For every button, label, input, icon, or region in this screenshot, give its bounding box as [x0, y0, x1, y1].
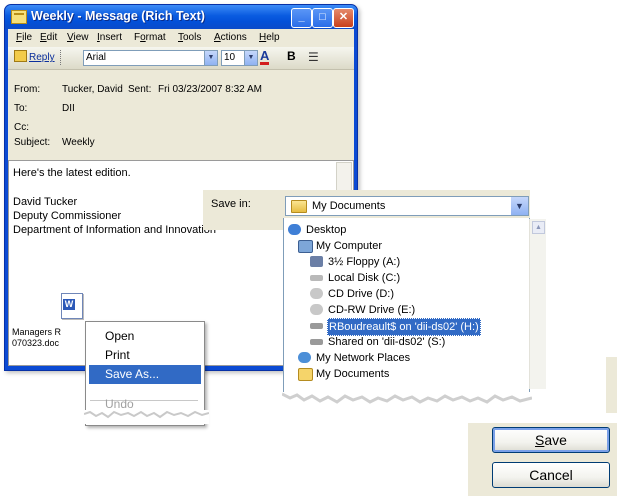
menu-print[interactable]: Print	[89, 346, 201, 365]
menu-bar: File Edit View Insert Format Tools Actio…	[8, 29, 354, 47]
font-name-dropdown[interactable]: ▼	[204, 50, 218, 66]
toolbar-separator	[60, 50, 63, 65]
menu-format[interactable]: Format	[134, 32, 166, 43]
minimize-button[interactable]: _	[291, 8, 312, 28]
window-title: Weekly - Message (Rich Text)	[31, 9, 205, 23]
formatting-toolbar: Reply Arial ▼ 10 ▼ A B ☰	[8, 47, 354, 70]
chevron-down-icon[interactable]: ▼	[511, 197, 528, 215]
attachment-name[interactable]: Managers R	[12, 327, 61, 337]
reply-button[interactable]: Reply	[14, 50, 55, 63]
save-in-tree: Desktop My Computer 3½ Floppy (A:) Local…	[283, 218, 530, 396]
font-name-field[interactable]: Arial	[83, 50, 207, 66]
dialog-buttons-panel: Save Cancel	[468, 413, 617, 496]
sent-label: Sent:	[128, 84, 152, 95]
cd-icon	[310, 288, 323, 299]
network-drive-icon	[310, 323, 323, 329]
signature-name: David Tucker	[13, 196, 78, 208]
torn-edge	[282, 392, 532, 412]
message-header: From: Tucker, David Sent: Fri 03/23/2007…	[8, 70, 354, 161]
bold-button[interactable]: B	[287, 49, 296, 63]
font-size-dropdown[interactable]: ▼	[244, 50, 258, 66]
open-folder-icon	[291, 200, 307, 213]
save-in-label: Save in:	[211, 198, 251, 210]
cancel-button[interactable]: Cancel	[492, 462, 610, 488]
word-document-icon[interactable]	[61, 293, 83, 319]
cc-label: Cc:	[14, 122, 29, 133]
save-in-combobox[interactable]: My Documents ▼	[285, 196, 529, 216]
to-value[interactable]: DII	[62, 103, 75, 114]
maximize-button[interactable]: □	[312, 8, 333, 28]
computer-icon	[298, 240, 313, 253]
menu-open[interactable]: Open	[89, 327, 201, 346]
to-label: To:	[14, 103, 28, 114]
desktop-icon	[288, 224, 301, 235]
menu-edit[interactable]: Edit	[40, 32, 57, 43]
floppy-icon	[310, 256, 323, 267]
bullets-button[interactable]: ☰	[308, 50, 319, 64]
from-value[interactable]: Tucker, David	[62, 84, 123, 95]
context-menu: Open Print Save As... Undo	[84, 321, 209, 426]
menu-save-as[interactable]: Save As...	[89, 365, 201, 384]
network-places-icon	[298, 352, 311, 363]
cd-icon	[310, 304, 323, 315]
message-envelope-icon	[11, 10, 27, 24]
menu-actions[interactable]: Actions	[214, 32, 247, 43]
save-button[interactable]: Save	[492, 427, 610, 453]
torn-edge	[468, 413, 617, 423]
signature-department: Department of Information and Innovation	[13, 224, 217, 236]
signature-title: Deputy Commissioner	[13, 210, 122, 222]
attachment-name-2[interactable]: 070323.doc	[12, 338, 59, 348]
menu-file[interactable]: File	[16, 32, 32, 43]
subject-value: Weekly	[62, 137, 95, 148]
body-greeting: Here's the latest edition.	[13, 167, 131, 179]
font-color-button[interactable]: A	[260, 49, 270, 65]
folder-icon	[298, 368, 313, 381]
dialog-edge	[606, 357, 617, 415]
menu-insert[interactable]: Insert	[97, 32, 122, 43]
menu-help[interactable]: Help	[259, 32, 280, 43]
reply-icon	[14, 50, 27, 62]
tree-scrollbar[interactable]: ▲	[529, 219, 546, 389]
subject-label: Subject:	[14, 137, 51, 148]
save-in-value: My Documents	[312, 200, 386, 212]
sent-value: Fri 03/23/2007 8:32 AM	[158, 84, 262, 95]
menu-view[interactable]: View	[67, 32, 89, 43]
from-label: From:	[14, 84, 41, 95]
disk-icon	[310, 275, 323, 281]
scroll-up-icon[interactable]: ▲	[532, 221, 545, 234]
network-drive-icon	[310, 339, 323, 345]
close-button[interactable]: ✕	[333, 8, 354, 28]
menu-tools[interactable]: Tools	[178, 32, 201, 43]
torn-edge	[84, 410, 209, 424]
title-bar[interactable]: Weekly - Message (Rich Text) _ □ ✕	[5, 5, 357, 29]
